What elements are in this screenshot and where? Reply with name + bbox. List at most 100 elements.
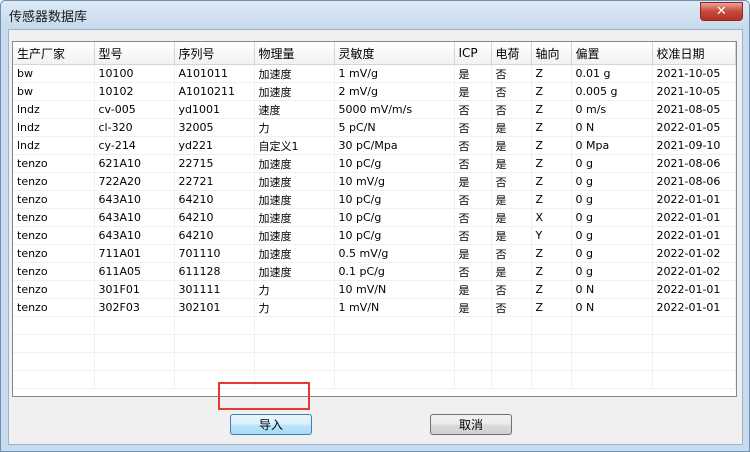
table-row[interactable]: bw 10102 A1010211 加速度 2 mV/g 是否 Z 0.005 g 2021-1… [13,82,736,101]
cell-maker: lndz [13,118,95,137]
cell-quantity: 加速度 [254,190,335,209]
cell-sensitivity: 10 pC/g [334,190,455,209]
empty-cell [254,316,335,335]
empty-cell [652,370,736,389]
cell-axis: Z [531,280,572,299]
import-button[interactable]: 导入 [230,414,312,435]
cell-charge: 否 [491,100,532,119]
empty-cell [491,352,532,371]
column-header-maker[interactable]: 生产厂家 [13,42,95,65]
cell-quantity: 加速度 [254,82,335,101]
table-row[interactable]: lndz cy-214 yd221 自定义1 30 pC/Mpa 否是 Z 0 Mpa 2021… [13,136,736,155]
column-header-quantity[interactable]: 物理量 [254,42,335,65]
cell-axis: Z [531,172,572,191]
cell-sensitivity: 10 pC/g [334,226,455,245]
cell-sensitivity: 5 pC/N [334,118,455,137]
empty-cell [491,334,532,353]
title-bar[interactable]: 传感器数据库 ✕ [1,1,749,29]
table-row[interactable]: lndz cv-005 yd1001 速度 5000 mV/m/s 否否 Z 0 m/s 202… [13,100,736,119]
empty-cell [254,352,335,371]
column-header-charge[interactable]: 电荷 [491,42,532,65]
cell-charge: 否 [491,82,532,101]
table-row[interactable]: tenzo 643A10 64210 加速度 10 pC/g 否是 Z 0 g 2022-01-… [13,190,736,209]
empty-cell [174,316,255,335]
column-header-axis[interactable]: 轴向 [531,42,572,65]
import-button-label: 导入 [258,418,283,432]
table-row[interactable]: tenzo 722A20 22721 加速度 10 mV/g 是否 Z 0 g 2021-08-… [13,172,736,191]
column-header-cal_date[interactable]: 校准日期 [652,42,736,65]
cell-sensitivity: 2 mV/g [334,82,455,101]
column-header-icp[interactable]: ICP [454,42,492,65]
cell-model: 643A10 [94,208,175,227]
cell-axis: Z [531,82,572,101]
cell-quantity: 速度 [254,100,335,119]
close-button[interactable]: ✕ [700,2,743,21]
cell-sensitivity: 10 mV/g [334,172,455,191]
empty-cell [334,334,455,353]
empty-cell [13,316,95,335]
sensor-list[interactable]: 生产厂家 型号 序列号 物理量 灵敏度 ICP 电荷 轴向 偏置 校准日期 bw 10100 A101… [12,41,737,397]
empty-cell [94,352,175,371]
table-row[interactable]: bw 10100 A101011 加速度 1 mV/g 是否 Z 0.01 g 2021-10-… [13,64,736,83]
cell-sensitivity: 10 mV/N [334,280,455,299]
empty-cell [491,316,532,335]
cell-maker: lndz [13,136,95,155]
empty-row [13,334,736,353]
table-row[interactable]: tenzo 302F03 302101 力 1 mV/N 是否 Z 0 N 2022-01-01 [13,298,736,317]
cell-serial: 32005 [174,118,255,137]
table-row[interactable]: tenzo 643A10 64210 加速度 10 pC/g 否是 X 0 g 2022-01-… [13,208,736,227]
table-row[interactable]: tenzo 621A10 22715 加速度 10 pC/g 否是 Z 0 g 2021-08-… [13,154,736,173]
cell-axis: Y [531,226,572,245]
cell-quantity: 加速度 [254,262,335,281]
cancel-button[interactable]: 取消 [430,414,512,435]
cell-icp: 否 [454,154,492,173]
cell-maker: tenzo [13,280,95,299]
empty-cell [254,334,335,353]
cell-cal_date: 2022-01-01 [652,280,736,299]
empty-cell [334,352,455,371]
cell-icp: 否 [454,208,492,227]
cell-charge: 否 [491,298,532,317]
cell-cal_date: 2021-09-10 [652,136,736,155]
cell-maker: tenzo [13,208,95,227]
column-header-serial[interactable]: 序列号 [174,42,255,65]
cell-offset: 0 m/s [571,100,653,119]
table-row[interactable]: tenzo 611A05 611128 加速度 0.1 pC/g 否是 Z 0 g 2022-0… [13,262,736,281]
cancel-button-label: 取消 [458,418,483,432]
cell-cal_date: 2021-08-05 [652,100,736,119]
cell-quantity: 加速度 [254,244,335,263]
cell-offset: 0 N [571,298,653,317]
cell-maker: bw [13,82,95,101]
cell-model: 643A10 [94,190,175,209]
cell-cal_date: 2022-01-05 [652,118,736,137]
cell-serial: 22715 [174,154,255,173]
table-row[interactable]: tenzo 711A01 701110 加速度 0.5 mV/g 是否 Z 0 g 2022-0… [13,244,736,263]
table-row[interactable]: tenzo 301F01 301111 力 10 mV/N 是否 Z 0 N 2022-01-0… [13,280,736,299]
column-header-offset[interactable]: 偏置 [571,42,653,65]
cell-offset: 0 g [571,154,653,173]
cell-charge: 否 [491,244,532,263]
cell-axis: X [531,208,572,227]
cell-quantity: 力 [254,298,335,317]
cell-serial: yd221 [174,136,255,155]
cell-charge: 是 [491,226,532,245]
cell-sensitivity: 10 pC/g [334,154,455,173]
column-header-model[interactable]: 型号 [94,42,175,65]
cell-offset: 0 g [571,226,653,245]
empty-row [13,370,736,389]
empty-cell [94,334,175,353]
table-row[interactable]: tenzo 643A10 64210 加速度 10 pC/g 否是 Y 0 g 2022-01-… [13,226,736,245]
empty-cell [254,370,335,389]
cell-quantity: 自定义1 [254,136,335,155]
table-row[interactable]: lndz cl-320 32005 力 5 pC/N 否是 Z 0 N 2022-01-05 [13,118,736,137]
empty-cell [13,334,95,353]
empty-row [13,316,736,335]
cell-axis: Z [531,118,572,137]
cell-model: cv-005 [94,100,175,119]
cell-cal_date: 2021-10-05 [652,82,736,101]
cell-sensitivity: 5000 mV/m/s [334,100,455,119]
window-title: 传感器数据库 [9,10,88,25]
column-header-sensitivity[interactable]: 灵敏度 [334,42,455,65]
close-icon: ✕ [716,4,727,19]
cell-sensitivity: 1 mV/g [334,64,455,83]
